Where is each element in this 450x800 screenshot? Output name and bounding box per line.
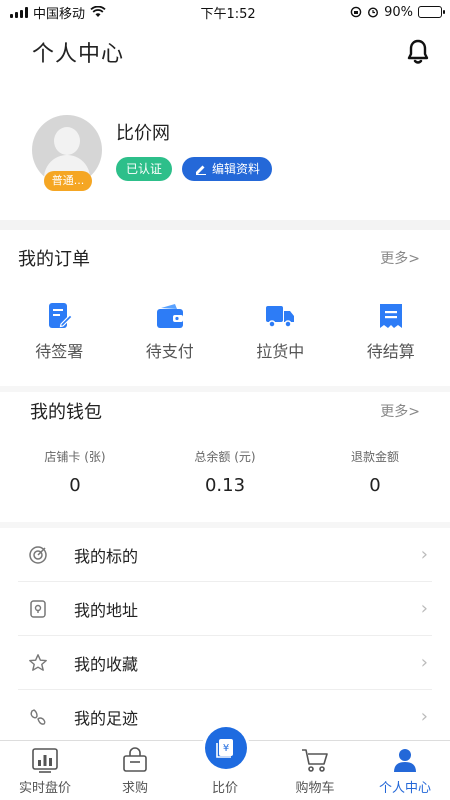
profile-card: 普通... 比价网 已认证 编辑资料 — [0, 80, 450, 220]
clock: 下午1:52 — [200, 6, 256, 22]
page-header: 个人中心 — [0, 24, 450, 80]
settlement-icon — [379, 304, 402, 328]
menu-item-label: 我的收藏 — [74, 654, 139, 674]
order-in-transit[interactable]: 拉货中 — [230, 286, 330, 386]
menu-item-favorites[interactable]: 我的收藏 › — [18, 636, 432, 690]
battery-percent: 90% — [384, 4, 413, 20]
tab-personal-center[interactable]: 个人中心 — [360, 741, 450, 800]
order-pending-sign[interactable]: 待签署 — [9, 286, 109, 386]
tab-label: 实时盘价 — [18, 781, 71, 796]
wallet-total-balance[interactable]: 总余额 (元) 0.13 — [155, 448, 295, 496]
menu-item-label: 我的足迹 — [74, 708, 139, 728]
cart-icon — [302, 749, 328, 772]
orders-grid: 待签署 待支付 拉货中 待结算 — [0, 286, 450, 386]
orders-more-link[interactable]: 更多> — [380, 248, 420, 268]
wallet-refund-amount-label: 退款金额 — [350, 450, 399, 464]
menu-list: 我的标的 › 我的地址 › 我的收藏 › 我的足迹 › — [0, 528, 450, 744]
verified-badge: 已认证 — [116, 157, 173, 181]
sign-doc-icon — [49, 303, 74, 328]
address-icon — [30, 599, 46, 618]
chevron-right-icon: › — [420, 598, 428, 619]
tab-cart[interactable]: 购物车 — [270, 741, 360, 800]
battery-icon — [418, 6, 445, 18]
wallet-store-cards-label: 店铺卡 (张) — [44, 450, 106, 464]
truck-icon — [266, 306, 295, 328]
footprint-icon — [30, 708, 46, 725]
pencil-icon — [196, 165, 207, 175]
user-name: 比价网 — [116, 123, 170, 144]
compare-price-button[interactable]: ¥ — [205, 727, 247, 769]
tab-purchase-request[interactable]: 求购 — [90, 741, 180, 800]
wallet-refund-amount-value: 0 — [369, 475, 381, 496]
edit-profile-label: 编辑资料 — [212, 162, 261, 176]
wallet-total-balance-value: 0.13 — [204, 475, 246, 496]
avatar[interactable]: 普通... — [32, 115, 102, 191]
menu-item-label: 我的标的 — [74, 546, 139, 566]
bell-icon[interactable] — [406, 39, 430, 65]
order-in-transit-label: 拉货中 — [256, 342, 305, 361]
chevron-right-icon: › — [420, 706, 428, 727]
tab-label: 个人中心 — [378, 781, 431, 796]
chart-icon — [32, 748, 58, 773]
tab-label: 比价 — [211, 781, 238, 796]
section-divider — [0, 220, 450, 230]
wifi-icon — [90, 6, 106, 17]
orders-title: 我的订单 — [18, 249, 90, 270]
member-level-badge: 普通... — [44, 171, 92, 191]
rotation-lock-icon — [350, 6, 362, 18]
orders-header: 我的订单 更多> — [0, 230, 450, 286]
user-icon — [394, 749, 416, 772]
wallet-more-link[interactable]: 更多> — [380, 401, 420, 421]
wallet-store-cards[interactable]: 店铺卡 (张) 0 — [5, 448, 145, 496]
wallet-store-cards-value: 0 — [69, 475, 81, 496]
menu-item-address[interactable]: 我的地址 › — [18, 582, 432, 636]
menu-item-label: 我的地址 — [74, 600, 139, 620]
tab-label: 购物车 — [295, 781, 335, 796]
wallet-title: 我的钱包 — [30, 402, 102, 423]
wallet-total-balance-label: 总余额 (元) — [194, 450, 256, 464]
bottom-tab-bar: 实时盘价 求购 比价 购物车 个人中心 ¥ — [0, 727, 450, 800]
wallet-header: 我的钱包 更多> — [0, 392, 450, 430]
order-pending-payment[interactable]: 待支付 — [120, 286, 220, 386]
page-title: 个人中心 — [32, 42, 125, 67]
signal-icon — [10, 6, 28, 18]
basket-icon — [123, 747, 147, 772]
menu-item-targets[interactable]: 我的标的 › — [18, 528, 432, 582]
order-pending-sign-label: 待签署 — [35, 342, 84, 361]
wallet-refund-amount[interactable]: 退款金额 0 — [305, 448, 445, 496]
chevron-right-icon: › — [420, 652, 428, 673]
wallet-grid: 店铺卡 (张) 0 总余额 (元) 0.13 退款金额 0 — [0, 430, 450, 522]
carrier-label: 中国移动 — [33, 6, 86, 22]
edit-profile-button[interactable]: 编辑资料 — [182, 157, 273, 181]
alarm-icon — [368, 7, 379, 18]
order-pending-settlement[interactable]: 待结算 — [341, 286, 441, 386]
star-icon — [29, 653, 47, 671]
target-icon — [29, 545, 47, 564]
status-bar: 中国移动 下午1:52 90% — [0, 0, 450, 24]
chevron-right-icon: › — [420, 544, 428, 565]
wallet-icon — [156, 304, 183, 328]
order-pending-payment-label: 待支付 — [145, 342, 194, 361]
tab-label: 求购 — [121, 781, 148, 796]
svg-text:¥: ¥ — [223, 743, 229, 754]
order-pending-settlement-label: 待结算 — [366, 342, 415, 361]
tab-realtime-price[interactable]: 实时盘价 — [0, 741, 90, 800]
compare-price-icon: ¥ — [216, 739, 233, 758]
